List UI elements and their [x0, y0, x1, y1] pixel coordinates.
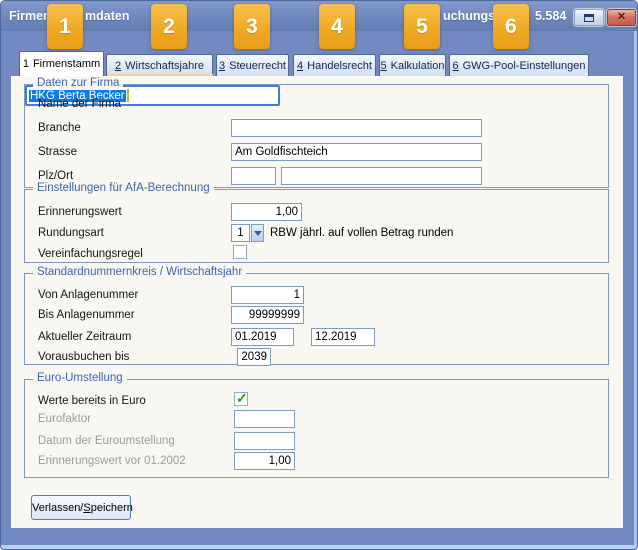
tab-firmenstamm[interactable]: 1Firmenstamm: [19, 51, 104, 76]
plz-input[interactable]: [231, 167, 276, 185]
label-werte-bereits-in-euro: Werte bereits in Euro: [38, 392, 146, 410]
maximize-icon: [584, 14, 594, 22]
label-bis-anlagenummer: Bis Anlagenummer: [38, 306, 135, 324]
annotation-badge-3: 3: [234, 4, 270, 49]
tab-steuerrecht[interactable]: 3Steuerrecht: [216, 54, 289, 76]
group-legend: Euro-Umstellung: [33, 372, 127, 384]
datum-euroumstellung-input[interactable]: [234, 432, 295, 450]
label-erinnerungswert-vor-2002: Erinnerungswert vor 01.2002: [38, 452, 186, 470]
maximize-button[interactable]: [574, 9, 604, 26]
tab-wirtschaftsjahre[interactable]: 2Wirtschaftsjahre: [106, 54, 213, 76]
annotation-badge-2: 2: [151, 4, 187, 49]
close-button[interactable]: ✕: [607, 9, 636, 26]
window-frame-bottom-edge: [1, 545, 637, 549]
tab-handelsrecht[interactable]: 4Handelsrecht: [293, 54, 376, 76]
group-legend: Standardnummernkreis / Wirtschaftsjahr: [33, 266, 246, 278]
window-frame-right-edge: [634, 31, 637, 545]
zeitraum-bis-input[interactable]: [311, 328, 375, 346]
ort-input[interactable]: [281, 167, 482, 185]
tab-gwg-pool-einstellungen[interactable]: 6GWG-Pool-Einstellungen: [449, 54, 589, 76]
close-icon: ✕: [617, 12, 626, 23]
tab-hover-highlight: [107, 74, 213, 76]
content-panel: Daten zur Firma Name der Firma HKG Berta…: [11, 76, 623, 528]
chevron-down-icon: [254, 231, 262, 236]
title-text-left-b: mdaten: [85, 9, 129, 23]
label-vorausbuchen-bis: Vorausbuchen bis: [38, 348, 129, 366]
group-legend: Daten zur Firma: [33, 77, 123, 89]
label-erinnerungswert: Erinnerungswert: [38, 203, 122, 221]
group-legend: Einstellungen für AfA-Berechnung: [33, 182, 214, 194]
label-branche: Branche: [38, 119, 81, 137]
dropdown-button[interactable]: [251, 224, 264, 242]
annotation-badge-6: 6: [493, 4, 529, 49]
title-version-text: 5.584: [535, 9, 566, 23]
rundungsart-dropdown[interactable]: 1: [231, 224, 264, 242]
vereinfachungsregel-checkbox[interactable]: [233, 245, 247, 259]
annotation-badge-5: 5: [404, 4, 440, 49]
group-daten-zur-firma: Daten zur Firma Name der Firma HKG Berta…: [24, 84, 609, 188]
label-aktueller-zeitraum: Aktueller Zeitraum: [38, 328, 131, 346]
label-eurofaktor: Eurofaktor: [38, 410, 91, 428]
label-datum-euroumstellung: Datum der Euroumstellung: [38, 432, 175, 450]
label-vereinfachungsregel: Vereinfachungsregel: [38, 245, 143, 263]
vorausbuchen-bis-input[interactable]: [237, 348, 271, 366]
label-name-der-firma: Name der Firma: [38, 95, 121, 113]
annotation-badge-1: 1: [47, 4, 83, 49]
text-caret: [127, 89, 129, 102]
group-euro-umstellung: Euro-Umstellung Werte bereits in Euro Eu…: [24, 379, 609, 478]
group-afa-berechnung: Einstellungen für AfA-Berechnung Erinner…: [24, 189, 609, 263]
tab-kalkulation[interactable]: 5Kalkulation: [379, 54, 446, 76]
erinnerungswert-input[interactable]: [231, 203, 302, 221]
rundungsart-value: 1: [231, 224, 250, 242]
title-text-left-a: Firmen: [9, 9, 51, 23]
bis-anlagenummer-input[interactable]: [231, 306, 304, 324]
strasse-input[interactable]: [231, 143, 482, 161]
zeitraum-von-input[interactable]: [231, 328, 294, 346]
label-strasse: Strasse: [38, 143, 77, 161]
werte-in-euro-checkbox[interactable]: [234, 392, 248, 406]
erinnerungswert-vor-2002-input[interactable]: [234, 452, 295, 470]
rundungsart-description: RBW jährl. auf vollen Betrag runden: [270, 224, 453, 242]
label-rundungsart: Rundungsart: [38, 224, 104, 242]
eurofaktor-input[interactable]: [234, 410, 295, 428]
group-standardnummernkreis: Standardnummernkreis / Wirtschaftsjahr V…: [24, 273, 609, 365]
branche-input[interactable]: [231, 119, 482, 137]
label-von-anlagenummer: Von Anlagenummer: [38, 286, 138, 304]
verlassen-speichern-button[interactable]: Verlassen/Speichern: [31, 495, 131, 520]
firmenstammdaten-window: Firmen mdaten uchungs 5.584 ✕ 2Wirtschaf…: [0, 0, 638, 550]
von-anlagenummer-input[interactable]: [231, 286, 304, 304]
annotation-badge-4: 4: [319, 4, 355, 49]
title-text-right-a: uchungs: [443, 9, 495, 23]
